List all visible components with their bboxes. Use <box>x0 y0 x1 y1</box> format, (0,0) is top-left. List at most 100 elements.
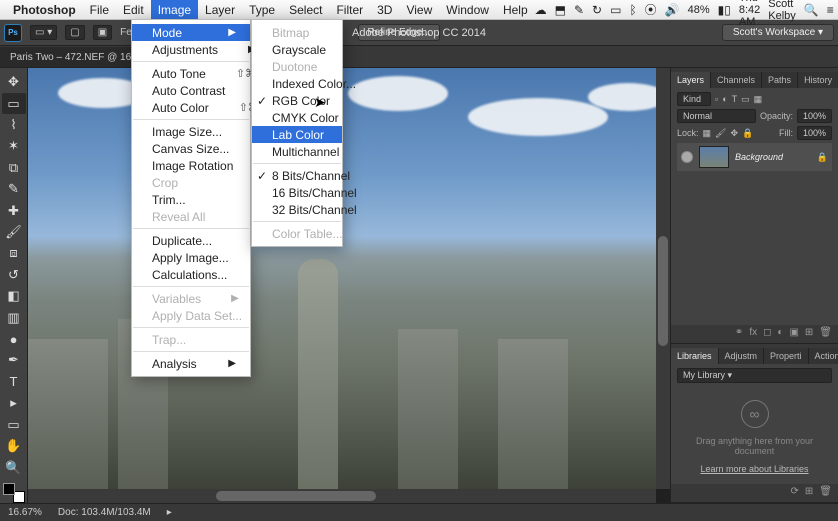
menu-edit[interactable]: Edit <box>116 0 151 20</box>
menu-image-rotation[interactable]: Image Rotation▶ <box>132 157 250 174</box>
eraser-tool[interactable]: ◧ <box>2 286 26 306</box>
hand-tool[interactable]: ✋ <box>2 436 26 456</box>
lib-sync-icon[interactable]: ⟳ <box>791 486 799 500</box>
menu-adjustments[interactable]: Adjustments▶ <box>132 41 250 58</box>
new-group-icon[interactable]: ▣ <box>789 327 798 341</box>
link-layers-icon[interactable]: ⚭ <box>735 327 743 341</box>
lock-pixels-icon[interactable]: 🖌 <box>715 128 726 139</box>
visibility-icon[interactable] <box>681 151 693 163</box>
tool-preset-picker[interactable]: ▭ ▾ <box>30 25 57 40</box>
selection-mode-new[interactable]: ▢ <box>65 25 84 40</box>
filter-type-icon[interactable]: T <box>732 94 738 104</box>
tab-paths[interactable]: Paths <box>762 72 798 88</box>
status-arrow-icon[interactable]: ▸ <box>167 507 172 518</box>
creative-cloud-icon[interactable]: ☁ <box>535 3 547 17</box>
brush-tool[interactable]: 🖌 <box>2 222 26 242</box>
user-name[interactable]: Scott Kelby <box>768 0 796 22</box>
mode-grayscale[interactable]: Grayscale <box>252 41 342 58</box>
mode-lab[interactable]: Lab Color <box>252 126 342 143</box>
zoom-tool[interactable]: 🔍 <box>2 457 26 477</box>
libraries-learn-link[interactable]: Learn more about Libraries <box>700 464 808 474</box>
blend-mode-select[interactable]: Normal <box>677 109 756 123</box>
new-layer-icon[interactable]: ⊞ <box>805 327 813 341</box>
menu-auto-tone[interactable]: Auto Tone⇧⌘L <box>132 65 250 82</box>
tab-channels[interactable]: Channels <box>711 72 762 88</box>
menu-auto-contrast[interactable]: Auto Contrast⌥⇧⌘L <box>132 82 250 99</box>
lib-new-icon[interactable]: ⊞ <box>805 486 813 500</box>
filter-pixel-icon[interactable]: ▫ <box>715 94 718 104</box>
volume-icon[interactable]: 🔊 <box>665 3 680 17</box>
foreground-background-colors[interactable] <box>3 483 25 503</box>
menu-mode[interactable]: Mode▶ <box>132 24 250 41</box>
menu-help[interactable]: Help <box>496 0 535 20</box>
healing-brush-tool[interactable]: ✚ <box>2 200 26 220</box>
filter-adjust-icon[interactable]: ◐ <box>722 94 727 104</box>
lib-delete-icon[interactable]: 🗑 <box>819 486 832 500</box>
tab-libraries[interactable]: Libraries <box>671 348 719 364</box>
move-tool[interactable]: ✥ <box>2 72 26 92</box>
mode-cmyk[interactable]: CMYK Color <box>252 109 342 126</box>
delete-layer-icon[interactable]: 🗑 <box>819 327 832 341</box>
menu-canvas-size[interactable]: Canvas Size...⌥⌘C <box>132 140 250 157</box>
evernote-icon[interactable]: ✎ <box>574 3 584 17</box>
doc-size[interactable]: Doc: 103.4M/103.4M <box>58 507 151 518</box>
filter-kind-select[interactable]: Kind <box>677 92 711 106</box>
tab-layers[interactable]: Layers <box>671 72 711 88</box>
mode-rgb[interactable]: ✓RGB Color <box>252 92 342 109</box>
ps-logo-icon[interactable]: Ps <box>4 24 22 42</box>
layer-thumbnail[interactable] <box>699 146 729 168</box>
display-icon[interactable]: ▭ <box>610 3 621 17</box>
fill-value[interactable]: 100% <box>797 126 832 140</box>
spotlight-icon[interactable]: 🔍 <box>804 3 819 17</box>
menu-calculations[interactable]: Calculations... <box>132 266 250 283</box>
mode-indexed[interactable]: Indexed Color... <box>252 75 342 92</box>
clock[interactable]: Thu 8:42 AM <box>739 0 760 28</box>
crop-tool[interactable]: ⧉ <box>2 158 26 178</box>
pen-tool[interactable]: ✒ <box>2 350 26 370</box>
notification-icon[interactable]: ≡ <box>827 3 834 17</box>
menu-window[interactable]: Window <box>439 0 496 20</box>
menu-filter[interactable]: Filter <box>329 0 370 20</box>
new-adjustment-icon[interactable]: ◐ <box>777 327 783 341</box>
menu-analysis[interactable]: Analysis▶ <box>132 355 250 372</box>
path-select-tool[interactable]: ▸ <box>2 393 26 413</box>
canvas-area[interactable] <box>28 68 670 503</box>
lock-position-icon[interactable]: ✥ <box>730 128 738 139</box>
menu-view[interactable]: View <box>399 0 439 20</box>
type-tool[interactable]: T <box>2 372 26 392</box>
shape-tool[interactable]: ▭ <box>2 415 26 435</box>
mode-32bit[interactable]: 32 Bits/Channel <box>252 201 342 218</box>
filter-shape-icon[interactable]: ▭ <box>741 94 750 105</box>
menu-layer[interactable]: Layer <box>198 0 242 20</box>
layer-mask-icon[interactable]: ◻ <box>763 327 771 341</box>
battery-icon[interactable]: ▮▯ <box>718 3 731 17</box>
menu-3d[interactable]: 3D <box>370 0 399 20</box>
clone-stamp-tool[interactable]: ⧈ <box>2 243 26 263</box>
lock-all-icon[interactable]: 🔒 <box>742 128 753 139</box>
menu-auto-color[interactable]: Auto Color⇧⌘B <box>132 99 250 116</box>
history-brush-tool[interactable]: ↺ <box>2 265 26 285</box>
menu-trim[interactable]: Trim... <box>132 191 250 208</box>
menu-apply-image[interactable]: Apply Image... <box>132 249 250 266</box>
tab-actions[interactable]: Actions <box>809 348 838 364</box>
menu-image-size[interactable]: Image Size...⌥⌘I <box>132 123 250 140</box>
zoom-level[interactable]: 16.67% <box>8 507 42 518</box>
menu-file[interactable]: File <box>83 0 116 20</box>
time-machine-icon[interactable]: ↻ <box>592 3 602 17</box>
layer-fx-icon[interactable]: fx <box>749 327 757 341</box>
selection-mode-add[interactable]: ▣ <box>93 25 112 40</box>
layer-row[interactable]: Background 🔒 <box>677 143 832 171</box>
tab-properties[interactable]: Properti <box>764 348 809 364</box>
eyedropper-tool[interactable]: ✎ <box>2 179 26 199</box>
battery-percent[interactable]: 48% <box>688 4 710 16</box>
menu-duplicate[interactable]: Duplicate... <box>132 232 250 249</box>
menu-image[interactable]: Image <box>151 0 198 20</box>
menu-type[interactable]: Type <box>242 0 282 20</box>
vertical-scrollbar[interactable] <box>656 68 670 489</box>
quick-select-tool[interactable]: ✶ <box>2 136 26 156</box>
layer-name[interactable]: Background <box>735 152 783 162</box>
mode-16bit[interactable]: 16 Bits/Channel <box>252 184 342 201</box>
opacity-value[interactable]: 100% <box>797 109 832 123</box>
wifi-icon[interactable]: ⦿ <box>645 1 657 18</box>
menu-select[interactable]: Select <box>282 0 329 20</box>
